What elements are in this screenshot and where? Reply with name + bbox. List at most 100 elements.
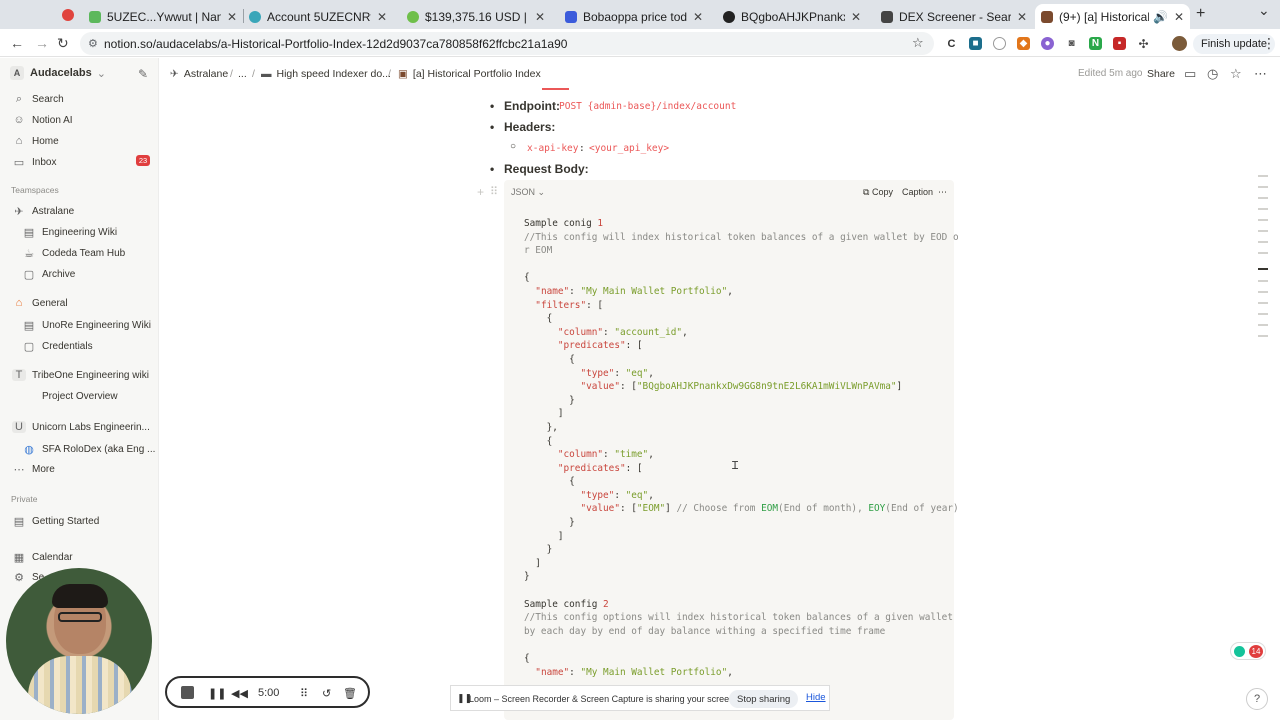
grammarly-widget[interactable]: 14 xyxy=(1230,642,1266,660)
new-page-icon[interactable]: ✎ xyxy=(138,67,148,81)
site-info-icon[interactable]: ⚙ xyxy=(88,37,98,50)
page-menu-icon[interactable]: ⋯ xyxy=(1254,66,1267,82)
sidebar-item-tribeone[interactable]: T TribeOne Engineering wiki xyxy=(12,369,149,381)
metamask-icon[interactable]: ◆ xyxy=(1017,37,1030,50)
drag-grid-icon[interactable]: ⠿ xyxy=(300,687,308,700)
calendar-icon: ▦ xyxy=(13,552,25,564)
sidebar-item-astralane[interactable]: ✈ Astralane xyxy=(12,205,74,218)
browser-tab-dexscreener[interactable]: DEX Screener - Search "bSo ✕ xyxy=(875,4,1033,29)
breadcrumb-astralane[interactable]: ✈ Astralane xyxy=(170,68,228,80)
sidebar-item-general[interactable]: ⌂ General xyxy=(12,297,68,309)
sidebar-item-getting-started[interactable]: ▤ Getting Started xyxy=(12,515,99,528)
breadcrumb-current-page[interactable]: ▣ [a] Historical Portfolio Index xyxy=(398,68,541,80)
close-tab-icon[interactable]: ✕ xyxy=(377,10,387,24)
sidebar-item-project-overview[interactable]: Project Overview xyxy=(22,391,118,402)
sidebar-item-inbox[interactable]: ▭ Inbox xyxy=(12,156,57,169)
stop-recording-icon[interactable] xyxy=(181,686,194,699)
browser-tab-step[interactable]: $139,375.16 USD | Step ✕ xyxy=(401,4,551,29)
extension-circle-icon[interactable] xyxy=(993,37,1006,50)
browser-tab-nansen[interactable]: 5UZEC...Ywwut | Nansen Prof ✕ xyxy=(83,4,243,29)
bookmark-star-icon[interactable]: ☆ xyxy=(912,35,924,51)
code-language-label: JSON xyxy=(511,187,536,197)
toc-line[interactable] xyxy=(1258,175,1268,177)
toc-line[interactable] xyxy=(1258,208,1268,210)
back-arrow-icon[interactable]: ← xyxy=(10,35,24,51)
extension-red-icon[interactable]: ▪ xyxy=(1113,37,1126,50)
extension-square-icon[interactable]: ■ xyxy=(969,37,982,50)
close-tab-icon[interactable]: ✕ xyxy=(1017,10,1027,24)
close-tab-icon[interactable]: ✕ xyxy=(693,10,703,24)
updates-clock-icon[interactable]: ◷ xyxy=(1207,66,1218,82)
forward-arrow-icon[interactable]: → xyxy=(35,35,49,51)
copy-code-button[interactable]: ⧉ Copy xyxy=(863,187,893,198)
sidebar-item-archive[interactable]: ▢ Archive xyxy=(22,268,76,281)
sidebar-item-home[interactable]: ⌂ Home xyxy=(12,135,59,147)
drag-handle-icon[interactable]: ⠿ xyxy=(490,185,498,198)
sidebar-item-credentials[interactable]: ▢ Credentials xyxy=(22,340,93,353)
toc-line[interactable] xyxy=(1258,252,1268,254)
toc-line[interactable] xyxy=(1258,241,1268,243)
toc-line[interactable] xyxy=(1258,219,1268,221)
toc-line-active[interactable] xyxy=(1258,268,1268,270)
toc-line[interactable] xyxy=(1258,302,1268,304)
sidebar-item-notion-ai[interactable]: ☺ Notion AI xyxy=(12,114,72,126)
address-bar[interactable]: ⚙ notion.so/audacelabs/a-Historical-Port… xyxy=(80,32,934,55)
chevron-down-icon: ⌄ xyxy=(537,187,546,197)
close-tab-icon[interactable]: ✕ xyxy=(1174,10,1184,24)
extension-n-icon[interactable]: N xyxy=(1089,37,1102,50)
trash-icon[interactable]: 🗑 xyxy=(343,687,357,700)
extensions-puzzle-icon[interactable]: ✣ xyxy=(1137,37,1150,51)
extension-c-icon[interactable]: C xyxy=(945,37,958,50)
sidebar-item-engineering-wiki[interactable]: ▤ Engineering Wiki xyxy=(22,226,117,239)
camera-icon[interactable]: ◙ xyxy=(1065,37,1078,50)
close-tab-icon[interactable]: ✕ xyxy=(227,10,237,24)
code-more-icon[interactable]: ⋯ xyxy=(938,187,947,198)
code-language-selector[interactable]: JSON ⌄ xyxy=(511,187,545,198)
browser-tab-bobaoppa[interactable]: Bobaoppa price today, BOBA ✕ xyxy=(559,4,709,29)
pause-icon[interactable]: ❚❚ xyxy=(208,687,226,700)
browser-tab-account[interactable]: Account 5UZECNRtvU2JbGB ✕ xyxy=(243,4,393,29)
speaker-icon[interactable]: 🔊 xyxy=(1153,10,1168,24)
toc-line[interactable] xyxy=(1258,335,1268,337)
toc-line[interactable] xyxy=(1258,291,1268,293)
help-question-icon[interactable]: ? xyxy=(1246,688,1268,710)
new-tab-button[interactable]: + xyxy=(1196,5,1205,23)
breadcrumb-indexer-doc[interactable]: ▬ High speed Indexer do... xyxy=(261,68,391,80)
sidebar-item-unicorn-labs[interactable]: U Unicorn Labs Engineerin... xyxy=(12,421,150,433)
add-block-icon[interactable]: + xyxy=(477,185,484,199)
toc-line[interactable] xyxy=(1258,186,1268,188)
comments-icon[interactable]: ▭ xyxy=(1184,66,1196,82)
tab-search-icon[interactable]: ⌄ xyxy=(1258,2,1270,19)
toc-line[interactable] xyxy=(1258,324,1268,326)
sidebar-item-sfa-rolodex[interactable]: ◍ SFA RoloDex (aka Eng ... xyxy=(22,443,155,456)
toc-line[interactable] xyxy=(1258,230,1268,232)
loom-camera-bubble[interactable] xyxy=(6,568,152,714)
sidebar-item-calendar[interactable]: ▦ Calendar xyxy=(12,551,73,564)
coingecko-favicon-icon xyxy=(565,10,577,23)
workspace-switcher[interactable]: A Audacelabs ⌄ xyxy=(10,66,106,80)
stop-sharing-button[interactable]: Stop sharing xyxy=(729,690,799,708)
restart-icon[interactable]: ↺ xyxy=(322,687,331,700)
caption-button[interactable]: Caption xyxy=(902,187,933,197)
toc-line[interactable] xyxy=(1258,280,1268,282)
sidebar-item-more[interactable]: ⋯ More xyxy=(12,463,55,476)
close-tab-icon[interactable]: ✕ xyxy=(851,10,861,24)
hide-sharing-button[interactable]: Hide xyxy=(806,692,826,703)
sidebar-item-codeda-team-hub[interactable]: ☕ Codeda Team Hub xyxy=(22,247,125,260)
camera-person-shirt xyxy=(28,656,132,714)
sidebar-item-unore-wiki[interactable]: ▤ UnoRe Engineering Wiki xyxy=(22,319,151,332)
breadcrumb-ellipsis[interactable]: ... xyxy=(238,68,247,80)
sidebar-item-search[interactable]: ⌕ Search xyxy=(12,93,64,106)
browser-menu-icon[interactable]: ⋮ xyxy=(1262,35,1276,52)
toc-line[interactable] xyxy=(1258,197,1268,199)
toc-line[interactable] xyxy=(1258,313,1268,315)
profile-avatar[interactable] xyxy=(1172,36,1187,51)
close-tab-icon[interactable]: ✕ xyxy=(535,10,545,24)
browser-tab-bqgbo[interactable]: BQgboAHJKPnankxDw9GG8 ✕ xyxy=(717,4,867,29)
reload-icon[interactable]: ↻ xyxy=(57,35,69,52)
favorite-star-icon[interactable]: ☆ xyxy=(1230,66,1242,82)
browser-tab-notion-active[interactable]: (9+) [a] Historical Portfolio 🔊 ✕ xyxy=(1035,4,1190,29)
rewind-icon[interactable]: ◀◀ xyxy=(231,687,248,700)
share-button[interactable]: Share xyxy=(1147,68,1175,80)
phantom-icon[interactable]: ● xyxy=(1041,37,1054,50)
